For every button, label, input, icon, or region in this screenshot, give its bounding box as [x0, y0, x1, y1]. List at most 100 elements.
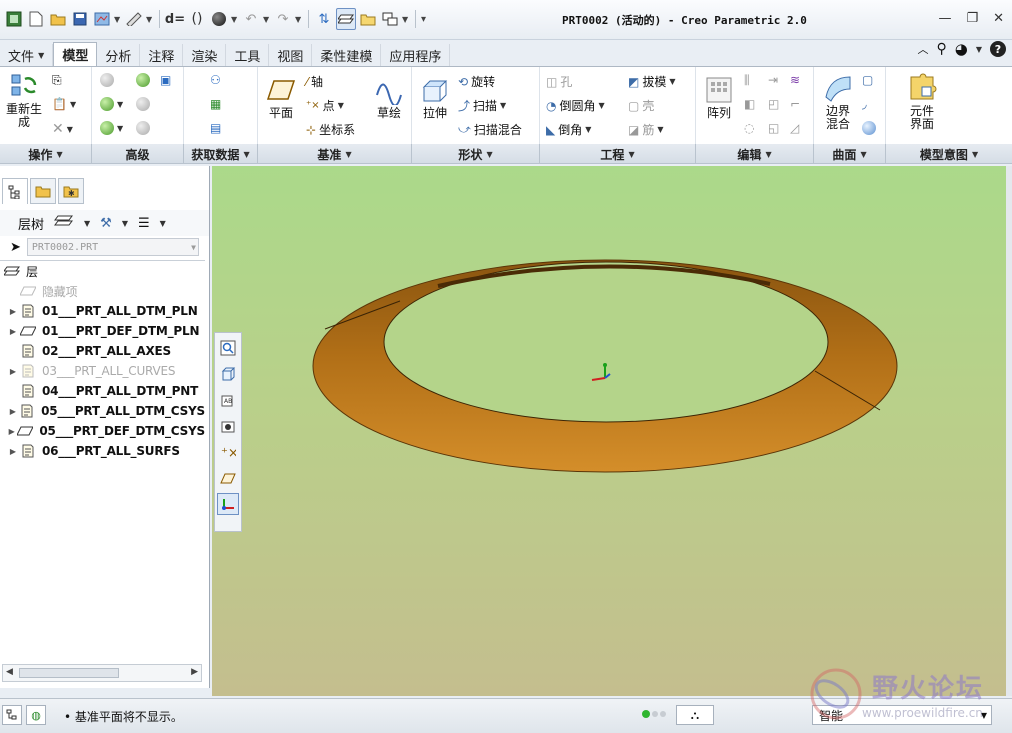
selection-filter-select[interactable]: 智能 ▼ — [812, 705, 992, 725]
regenerate-small-icon[interactable] — [92, 8, 112, 30]
undo-icon[interactable]: ↶ — [241, 8, 261, 30]
browser-toggle-icon[interactable]: ◍ — [26, 705, 46, 725]
active-model-select[interactable]: PRT0002.PRT ▼ — [26, 238, 199, 256]
freestyle-icon[interactable] — [862, 121, 876, 135]
saved-views-icon[interactable] — [217, 363, 239, 385]
trim-icon[interactable]: ◰ — [768, 97, 779, 111]
chamfer-button[interactable]: ◣ 倒角 ▼ — [546, 121, 591, 138]
axis-button[interactable]: ⁄ 轴 — [306, 73, 323, 90]
layer-stack-icon[interactable] — [54, 214, 74, 232]
get-data-button-2[interactable]: ▦ — [210, 97, 221, 111]
appearance-sphere-icon[interactable] — [209, 8, 229, 30]
tab-model[interactable]: 模型 — [53, 42, 98, 66]
measure-icon[interactable] — [124, 8, 144, 30]
group-label-datum[interactable]: 基准 ▼ — [258, 144, 412, 164]
regenerate-arrows-icon[interactable]: ⇅ — [314, 8, 334, 30]
open-folder-icon[interactable] — [48, 8, 68, 30]
swept-blend-button[interactable]: ⤻ 扫描混合 — [458, 121, 522, 138]
datum-point-display-icon[interactable]: ⁺× — [217, 441, 239, 463]
layer-tree-item[interactable]: ▶ 01___PRT_DEF_DTM_PLN — [0, 321, 205, 341]
expand-arrow-icon[interactable]: ▶ — [6, 447, 20, 456]
dimension-icon[interactable]: d= — [165, 8, 185, 30]
advanced-button-6[interactable] — [136, 121, 150, 135]
layer-toggle-icon[interactable] — [336, 8, 356, 30]
offset-icon[interactable]: ◌ — [744, 121, 754, 135]
thicken-icon[interactable]: ◿ — [790, 121, 799, 135]
chevron-down-icon[interactable]: ▼ — [84, 219, 90, 228]
layer-tree-item[interactable]: ▶ 03___PRT_ALL_CURVES — [0, 361, 205, 381]
layer-tree-item[interactable]: ▶ 05___PRT_ALL_DTM_CSYS — [0, 401, 205, 421]
round-button[interactable]: ◔ 倒圆角 ▼ — [546, 97, 605, 114]
tree-horizontal-scrollbar[interactable]: ◀ ▶ — [2, 664, 202, 682]
csys-button[interactable]: ⊹ 坐标系 — [306, 121, 355, 138]
layer-tree-item[interactable]: ▶ 05___PRT_DEF_DTM_CSYS — [0, 421, 206, 441]
new-file-icon[interactable] — [26, 8, 46, 30]
group-label-get-data[interactable]: 获取数据 ▼ — [184, 144, 258, 164]
expand-arrow-icon[interactable]: ▶ — [6, 327, 20, 336]
scroll-right-icon[interactable]: ▶ — [191, 667, 198, 677]
paste-button[interactable]: 📋 ▼ — [52, 97, 76, 111]
group-label-operations[interactable]: 操作 ▼ — [0, 144, 92, 164]
advanced-button-5[interactable] — [136, 97, 150, 111]
tab-file[interactable]: 文件 ▼ — [0, 44, 54, 66]
windows-icon[interactable] — [380, 8, 400, 30]
view-manager-icon[interactable]: AB — [217, 389, 239, 411]
group-label-engineering[interactable]: 工程 ▼ — [540, 144, 696, 164]
hole-button[interactable]: ◫ 孔 — [546, 73, 572, 90]
search-icon[interactable]: ⚲ — [936, 41, 946, 57]
copy-button[interactable]: ⎘ — [52, 73, 62, 88]
tab-annotate[interactable]: 注释 — [140, 44, 184, 66]
redo-icon[interactable]: ↷ — [273, 8, 293, 30]
tab-applications[interactable]: 应用程序 — [381, 44, 451, 66]
regenerate-button[interactable]: 重新生 成 — [4, 71, 44, 129]
expand-arrow-icon[interactable]: ▶ — [6, 427, 17, 436]
layer-tree-item[interactable]: ▶ 06___PRT_ALL_SURFS — [0, 441, 205, 461]
revolve-button[interactable]: ⟲ 旋转 — [458, 73, 495, 90]
scroll-left-icon[interactable]: ◀ — [6, 667, 13, 677]
layer-tree-item[interactable]: 02___PRT_ALL_AXES — [0, 341, 205, 361]
project-icon[interactable]: ≋ — [790, 73, 800, 87]
csys-display-icon[interactable] — [217, 493, 239, 515]
chevron-down-icon[interactable]: ▼ — [295, 15, 303, 24]
tab-analysis[interactable]: 分析 — [97, 44, 141, 66]
scroll-thumb[interactable] — [19, 668, 119, 678]
draft-button[interactable]: ◩ 拔模 ▼ — [628, 73, 676, 90]
show-list-icon[interactable]: ☰ — [138, 216, 150, 231]
plane-display-icon[interactable] — [217, 467, 239, 489]
chevron-down-icon[interactable]: ▼ — [263, 15, 271, 24]
merge-edit-icon[interactable]: ⇥ — [768, 73, 778, 87]
chevron-down-icon[interactable]: ▼ — [160, 219, 166, 228]
minimize-icon[interactable]: — — [938, 11, 951, 26]
point-button[interactable]: ⁺× 点 ▼ — [306, 97, 344, 114]
collapse-ribbon-icon[interactable]: ︿ — [917, 41, 928, 57]
group-label-model-intent[interactable]: 模型意图 ▼ — [886, 144, 1012, 164]
zoom-refit-icon[interactable] — [217, 337, 239, 359]
sweep-button[interactable]: ⤴ 扫描 ▼ — [458, 97, 506, 114]
layer-tree-item[interactable]: 隐藏项 — [0, 281, 205, 301]
layer-tree-label[interactable]: 层树 — [18, 214, 44, 233]
advanced-button-7[interactable]: ▣ — [160, 73, 171, 87]
layer-tree-item[interactable]: ▶ 01___PRT_ALL_DTM_PLN — [0, 301, 205, 321]
style-icon[interactable]: ◞ — [862, 97, 867, 111]
save-icon[interactable] — [70, 8, 90, 30]
chevron-down-icon[interactable]: ▼ — [976, 45, 982, 54]
chevron-down-icon[interactable]: ▼ — [402, 15, 410, 24]
app-icon[interactable] — [4, 8, 24, 30]
display-style-icon[interactable] — [217, 415, 239, 437]
tab-tools[interactable]: 工具 — [226, 44, 270, 66]
expand-arrow-icon[interactable]: ▶ — [6, 367, 20, 376]
favorites-tab-icon[interactable]: ✱ — [58, 178, 84, 204]
group-label-surfaces[interactable]: 曲面 ▼ — [814, 144, 886, 164]
pattern-button[interactable]: 阵列 — [702, 75, 736, 120]
mirror-icon[interactable]: ⫼ — [744, 73, 750, 88]
advanced-button-3[interactable]: ▼ — [100, 121, 123, 135]
relations-icon[interactable]: () — [187, 8, 207, 30]
extend-icon[interactable]: ◧ — [744, 97, 755, 111]
chevron-down-icon[interactable]: ▼ — [146, 15, 154, 24]
graphics-viewport[interactable]: AB ⁺× — [212, 166, 1006, 696]
extrude-button[interactable]: 拉伸 — [418, 75, 452, 120]
chevron-down-icon[interactable]: ▼ — [231, 15, 239, 24]
boundary-blend-button[interactable]: 边界 混合 — [818, 73, 858, 131]
tab-render[interactable]: 渲染 — [183, 44, 227, 66]
chevron-down-icon[interactable]: ▼ — [114, 15, 122, 24]
